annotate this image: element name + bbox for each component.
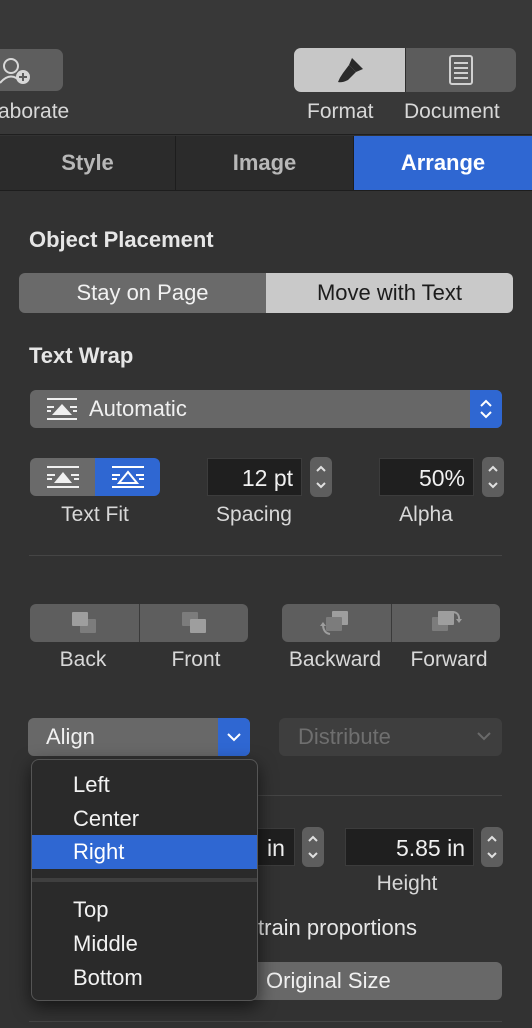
add-person-icon <box>0 58 30 84</box>
tab-arrange[interactable]: Arrange <box>354 136 532 190</box>
menu-item-bottom[interactable]: Bottom <box>32 961 257 995</box>
send-backward-icon <box>320 611 349 635</box>
back-button[interactable] <box>30 604 139 642</box>
front-button[interactable] <box>138 604 248 642</box>
spacing-field[interactable]: 12 pt <box>207 458 302 496</box>
alpha-field[interactable]: 50% <box>379 458 474 496</box>
height-stepper[interactable] <box>481 827 503 867</box>
forward-label: Forward <box>410 648 488 671</box>
text-fit-outline-option[interactable] <box>30 458 95 496</box>
paintbrush-icon <box>337 58 363 83</box>
format-document-toggle <box>294 48 516 92</box>
height-field[interactable]: 5.85 in <box>345 828 474 866</box>
text-wrap-popup-arrows[interactable] <box>470 390 502 428</box>
menu-separator <box>32 878 257 882</box>
back-label: Back <box>59 648 107 671</box>
stepper-arrows-icon <box>488 465 498 489</box>
stepper-arrows-icon <box>487 835 497 859</box>
height-label: Height <box>376 872 438 895</box>
object-placement-control: Stay on Page Move with Text <box>19 273 513 313</box>
text-fit-control <box>30 458 160 496</box>
backward-label: Backward <box>288 648 382 671</box>
document-icon <box>449 55 473 85</box>
align-label: Align <box>46 724 95 749</box>
tab-image[interactable]: Image <box>176 136 354 190</box>
bring-forward-icon <box>431 611 462 631</box>
front-label: Front <box>171 648 221 671</box>
text-wrap-value: Automatic <box>89 396 187 421</box>
alpha-stepper[interactable] <box>482 457 504 497</box>
menu-item-right[interactable]: Right <box>32 835 257 869</box>
menu-item-middle[interactable]: Middle <box>32 927 257 961</box>
object-placement-title: Object Placement <box>29 227 214 252</box>
chevron-down-icon <box>477 732 491 741</box>
spacing-stepper[interactable] <box>310 457 332 497</box>
chevron-down-icon <box>227 733 241 742</box>
width-stepper[interactable] <box>302 827 324 867</box>
section-divider <box>29 555 502 556</box>
stepper-arrows-icon <box>316 465 326 489</box>
collaborate-button[interactable] <box>0 49 63 91</box>
collaborate-label: aborate <box>0 100 70 123</box>
text-wrap-title: Text Wrap <box>29 343 134 368</box>
send-to-back-icon <box>72 612 97 633</box>
align-popup-arrow[interactable] <box>218 718 250 756</box>
text-fit-box-option[interactable] <box>95 458 160 496</box>
align-menu: Left Center Right Top Middle Bottom <box>31 759 258 1001</box>
document-label: Document <box>404 100 500 123</box>
spacing-label: Spacing <box>216 503 292 526</box>
text-fit-box-icon <box>111 466 144 488</box>
menu-item-center[interactable]: Center <box>32 802 257 836</box>
text-fit-label: Text Fit <box>61 503 129 526</box>
tab-style[interactable]: Style <box>0 136 176 190</box>
document-button[interactable] <box>405 48 516 92</box>
inspector-tabs: Style Image Arrange <box>0 136 532 191</box>
format-label: Format <box>307 100 374 123</box>
section-divider <box>258 795 502 796</box>
distribute-label: Distribute <box>298 724 391 749</box>
menu-item-left[interactable]: Left <box>32 768 257 802</box>
original-size-label: Original Size <box>266 968 391 993</box>
format-button[interactable] <box>294 48 405 92</box>
back-front-control <box>30 604 248 642</box>
stay-on-page-option[interactable]: Stay on Page <box>19 273 266 313</box>
backward-button[interactable] <box>282 604 391 642</box>
updown-chevron-icon <box>480 399 492 419</box>
alpha-label: Alpha <box>399 503 453 526</box>
move-with-text-option[interactable]: Move with Text <box>266 273 513 313</box>
bring-to-front-icon <box>181 612 206 633</box>
text-fit-outline-icon <box>46 466 79 488</box>
backward-forward-control <box>282 604 500 642</box>
wrap-automatic-icon <box>47 398 77 420</box>
constrain-proportions-label: train proportions <box>258 915 417 940</box>
stepper-arrows-icon <box>308 835 318 859</box>
menu-item-top[interactable]: Top <box>32 893 257 927</box>
section-divider <box>29 1021 502 1022</box>
forward-button[interactable] <box>390 604 500 642</box>
